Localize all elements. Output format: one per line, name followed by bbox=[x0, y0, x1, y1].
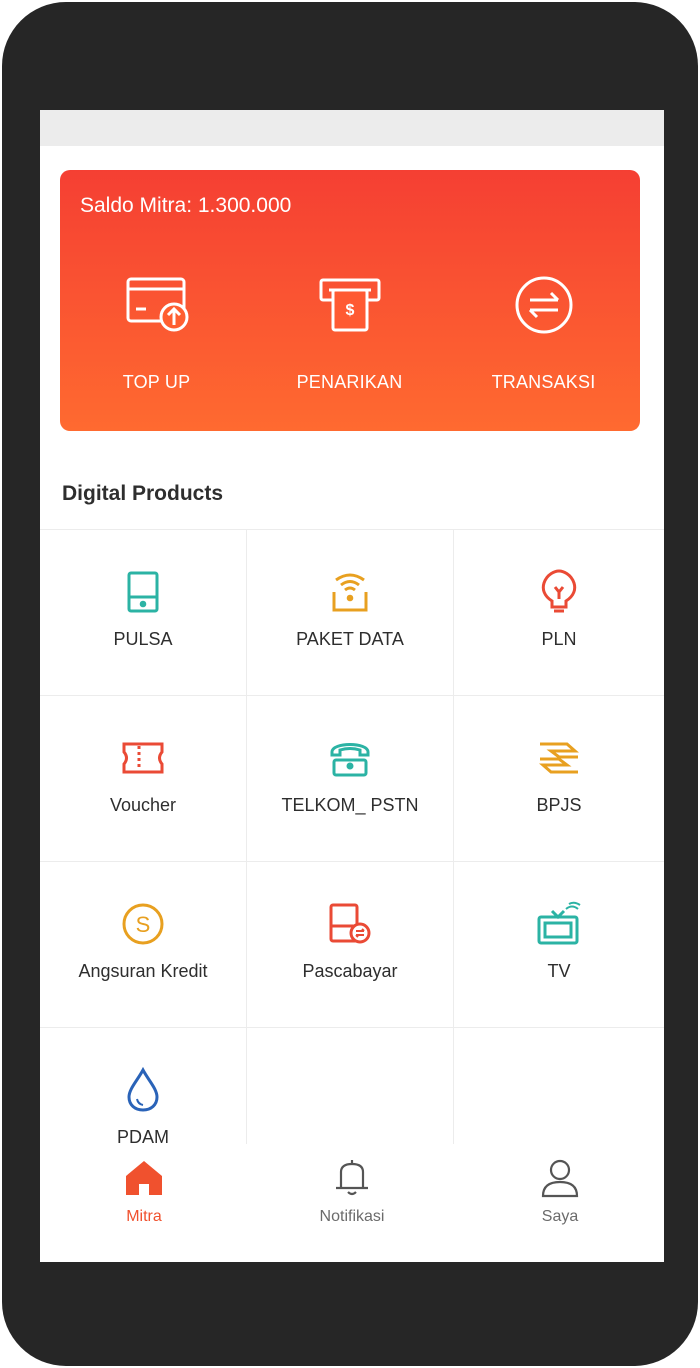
product-paket-data[interactable]: PAKET DATA bbox=[247, 530, 454, 696]
product-pascabayar[interactable]: Pascabayar bbox=[247, 862, 454, 1028]
product-pulsa[interactable]: PULSA bbox=[40, 530, 247, 696]
nav-label: Notifikasi bbox=[319, 1208, 385, 1225]
product-label: PAKET DATA bbox=[296, 629, 404, 649]
transaksi-label: TRANSAKSI bbox=[491, 372, 596, 392]
phone-frame: Saldo Mitra: 1.300.000 TOP UP $ PENARIKA… bbox=[2, 2, 698, 1366]
product-label: Pascabayar bbox=[302, 961, 398, 981]
bottom-nav: Mitra Notifikasi Saya bbox=[40, 1144, 664, 1262]
product-label: TV bbox=[547, 961, 571, 981]
product-tv[interactable]: TV bbox=[454, 862, 664, 1028]
atm-withdraw-icon: $ bbox=[315, 270, 385, 340]
nav-label: Saya bbox=[541, 1208, 579, 1225]
nav-saya[interactable]: Saya bbox=[456, 1144, 664, 1262]
balance-label: Saldo Mitra: 1.300.000 bbox=[80, 194, 292, 217]
top-up-button[interactable]: TOP UP bbox=[60, 270, 253, 400]
penarikan-label: PENARIKAN bbox=[296, 372, 403, 392]
nav-mitra[interactable]: Mitra bbox=[40, 1144, 248, 1262]
product-bpjs[interactable]: BPJS bbox=[454, 696, 664, 862]
nav-label: Mitra bbox=[126, 1208, 162, 1225]
product-voucher[interactable]: Voucher bbox=[40, 696, 247, 862]
nav-notifikasi[interactable]: Notifikasi bbox=[248, 1144, 456, 1262]
product-label: Voucher bbox=[109, 795, 177, 815]
product-label: PLN bbox=[541, 629, 577, 649]
postpaid-phone-icon bbox=[326, 900, 374, 948]
transfer-arrows-icon bbox=[509, 270, 579, 340]
wifi-icon bbox=[326, 568, 374, 616]
app-screen: Saldo Mitra: 1.300.000 TOP UP $ PENARIKA… bbox=[40, 110, 664, 1262]
product-telkom-pstn[interactable]: TELKOM_ PSTN bbox=[247, 696, 454, 862]
product-angsuran-kredit[interactable]: S Angsuran Kredit bbox=[40, 862, 247, 1028]
user-icon bbox=[538, 1156, 582, 1200]
status-bar bbox=[40, 110, 664, 146]
tv-icon bbox=[535, 900, 583, 948]
product-pln[interactable]: PLN bbox=[454, 530, 664, 696]
bell-icon bbox=[330, 1156, 374, 1200]
svg-text:S: S bbox=[136, 912, 151, 937]
coin-icon: S bbox=[119, 900, 167, 948]
water-drop-icon bbox=[119, 1066, 167, 1114]
section-title: Digital Products bbox=[62, 482, 224, 505]
penarikan-button[interactable]: $ PENARIKAN bbox=[253, 270, 446, 400]
svg-text:$: $ bbox=[345, 302, 354, 319]
product-label: TELKOM_ PSTN bbox=[281, 795, 419, 815]
transaksi-button[interactable]: TRANSAKSI bbox=[447, 270, 640, 400]
balance-card: Saldo Mitra: 1.300.000 TOP UP $ PENARIKA… bbox=[60, 170, 640, 431]
telephone-icon bbox=[326, 734, 374, 782]
top-up-label: TOP UP bbox=[122, 372, 191, 392]
product-label: Angsuran Kredit bbox=[78, 961, 208, 981]
card-upload-icon bbox=[122, 270, 192, 340]
hands-icon bbox=[535, 734, 583, 782]
product-label: PULSA bbox=[113, 629, 173, 649]
lightbulb-icon bbox=[535, 568, 583, 616]
product-grid: PULSA PAKET DATA PLN Voucher TELKOM_ PST… bbox=[40, 529, 664, 1194]
ticket-icon bbox=[119, 734, 167, 782]
product-label: BPJS bbox=[536, 795, 582, 815]
phone-icon bbox=[119, 568, 167, 616]
home-icon bbox=[122, 1156, 166, 1200]
